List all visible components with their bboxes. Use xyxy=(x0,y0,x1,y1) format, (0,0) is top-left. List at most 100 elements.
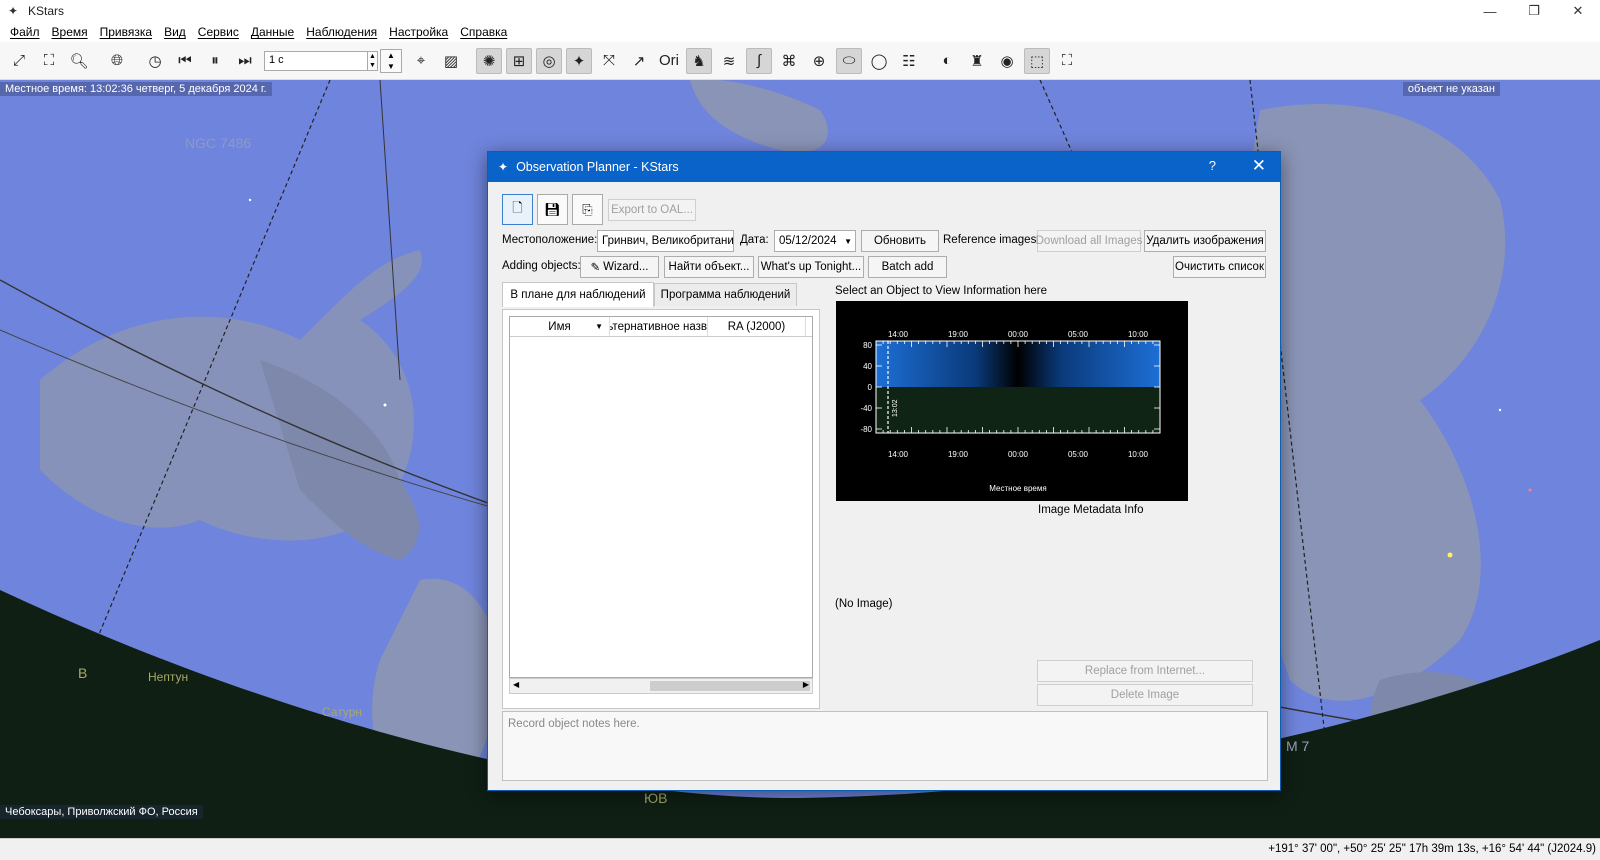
menu-file[interactable]: Файл xyxy=(4,25,46,39)
clear-list-button[interactable]: Очистить список xyxy=(1173,256,1266,278)
column-name[interactable]: Имя ▼ xyxy=(510,317,610,336)
menu-tools[interactable]: Сервис xyxy=(192,25,245,39)
timestep-unit-spin[interactable]: ▲ ▼ xyxy=(380,48,402,73)
app-title: KStars xyxy=(28,4,65,18)
timestep-input[interactable]: 1 с xyxy=(264,50,368,71)
y-tick-label: 80 xyxy=(863,341,872,350)
bottom-tick-label: 19:00 xyxy=(948,450,969,459)
menu-pointing[interactable]: Привязка xyxy=(94,25,158,39)
star xyxy=(383,403,387,407)
observation-planner-dialog: ✦ Observation Planner - KStars ? ✕ 🗋 💾︎ … xyxy=(487,151,1281,791)
menu-view[interactable]: Вид xyxy=(158,25,192,39)
globe-icon[interactable]: 🌐︎ xyxy=(104,48,130,74)
search-icon[interactable]: 🔍︎ xyxy=(66,48,92,74)
maximize-button[interactable]: ❐ xyxy=(1512,0,1556,22)
constellation-lines-toggle-icon[interactable]: ≋ xyxy=(716,48,742,74)
tab-wish-list[interactable]: Программа наблюдений xyxy=(654,283,797,306)
zoom-fit-icon[interactable]: ⛶ xyxy=(36,48,62,74)
minimize-button[interactable]: — xyxy=(1468,0,1512,22)
star xyxy=(1528,488,1532,492)
zoom-in-icon[interactable]: ⤢ xyxy=(6,48,32,74)
sensor-toggle-icon[interactable]: ◉ xyxy=(994,48,1020,74)
milky-way-toggle-icon[interactable]: ⌘ xyxy=(776,48,802,74)
find-object-button[interactable]: Найти объект... xyxy=(664,256,754,278)
solar-system-toggle-icon[interactable]: ◎ xyxy=(536,47,562,74)
horizontal-scrollbar[interactable]: ◀ ▶ xyxy=(509,678,813,694)
current-time-label: 13:02 xyxy=(892,399,899,417)
open-file-icon: 🗋 xyxy=(512,199,523,215)
top-tick-label: 05:00 xyxy=(1068,330,1089,339)
column-ra[interactable]: RA (J2000) xyxy=(708,317,806,336)
clock-icon[interactable]: ◷ xyxy=(142,48,168,74)
date-field[interactable]: 05/12/2024 ▼ xyxy=(774,230,856,252)
whats-up-tonight-button[interactable]: What's up Tonight... xyxy=(758,256,864,278)
equatorial-grid-toggle-icon[interactable]: ⊕ xyxy=(806,48,832,74)
fullscreen-icon[interactable]: ⛶ xyxy=(1054,48,1080,74)
scroll-thumb[interactable] xyxy=(650,681,810,691)
supernova-toggle-icon[interactable]: ✦ xyxy=(566,47,592,74)
statusbar: +191° 37' 00", +50° 25' 25" 17h 39m 13s,… xyxy=(0,838,1600,860)
select-mode-icon[interactable]: ⬚ xyxy=(1024,47,1050,74)
top-tick-label: 19:00 xyxy=(948,330,969,339)
scroll-right-icon[interactable]: ▶ xyxy=(803,680,809,689)
image-icon[interactable]: ▨ xyxy=(438,48,464,74)
dialog-close-button[interactable]: ✕ xyxy=(1252,156,1266,176)
delete-image-button[interactable]: Delete Image xyxy=(1037,684,1253,706)
download-all-images-button[interactable]: Download all Images xyxy=(1036,230,1142,252)
top-tick-label: 14:00 xyxy=(888,330,909,339)
top-tick-label: 00:00 xyxy=(1008,330,1029,339)
menu-time[interactable]: Время xyxy=(46,25,94,39)
constellation-art-toggle-icon[interactable]: ♞ xyxy=(686,47,712,74)
column-alt-name[interactable]: Альтернативное назв xyxy=(610,317,708,336)
y-tick-label: -80 xyxy=(860,425,872,434)
y-tick-label: -40 xyxy=(860,404,872,413)
update-button[interactable]: Обновить xyxy=(861,230,939,252)
main-toolbar: ⤢ ⛶ 🔍︎ 🌐︎ ◷ ⏮ ⏸ ⏭ 1 с ▲ ▼ ▲ ▼ ⌖ ▨ ✺ ⊞ ◎ ✦ … xyxy=(0,42,1600,80)
fov-toggle-icon[interactable]: ◐ xyxy=(934,48,960,74)
menubar: Файл Время Привязка Вид Сервис Данные На… xyxy=(0,22,1600,42)
export-oal-button[interactable]: Export to OAL... xyxy=(608,199,696,221)
telescope-toggle-icon[interactable]: ♜ xyxy=(964,48,990,74)
crosshair-icon[interactable]: ⌖ xyxy=(408,48,434,74)
timestep-spin[interactable]: ▲ ▼ xyxy=(368,50,378,71)
objects-table[interactable]: Имя ▼ Альтернативное назв RA (J2000) xyxy=(509,316,813,678)
delete-images-button[interactable]: Удалить изображения xyxy=(1144,230,1266,252)
save-as-button[interactable]: ⎘ xyxy=(572,194,603,225)
menu-help[interactable]: Справка xyxy=(454,25,513,39)
scroll-left-icon[interactable]: ◀ xyxy=(513,680,519,689)
replace-from-internet-button[interactable]: Replace from Internet... xyxy=(1037,660,1253,682)
batch-add-button[interactable]: Batch add xyxy=(868,256,947,278)
constellation-art-fox xyxy=(690,80,828,153)
constellation-bounds-toggle-icon[interactable]: ∫ xyxy=(746,47,772,74)
tab-session-plan[interactable]: В плане для наблюдений xyxy=(502,282,654,307)
altitude-chart: 14:00 14:00 19:00 19:00 00:00 00:00 05:00 05:00… xyxy=(836,301,1188,501)
kstars-icon: ✦ xyxy=(7,4,19,18)
step-forward-icon[interactable]: ⏭ xyxy=(232,48,258,74)
open-file-button[interactable]: 🗋 xyxy=(502,194,533,225)
adding-objects-label: Adding objects: xyxy=(502,260,581,272)
horizon-toggle-icon[interactable]: ⬭ xyxy=(836,47,862,74)
ground-toggle-icon[interactable]: ◯ xyxy=(866,48,892,74)
step-back-icon[interactable]: ⏮ xyxy=(172,48,198,74)
help-button[interactable]: ? xyxy=(1209,158,1216,173)
location-field[interactable]: Гринвич, Великобритания xyxy=(597,230,734,252)
menu-observation[interactable]: Наблюдения xyxy=(300,25,383,39)
menu-settings[interactable]: Настройка xyxy=(383,25,454,39)
close-button[interactable]: ✕ xyxy=(1556,0,1600,22)
label-saturn: Сатурн xyxy=(322,705,363,719)
satellites-toggle-icon[interactable]: ⤧ xyxy=(596,48,622,74)
hips-toggle-icon[interactable]: ☷ xyxy=(896,48,922,74)
pause-icon[interactable]: ⏸ xyxy=(202,48,228,74)
stars-toggle-icon[interactable]: ✺ xyxy=(476,47,502,74)
local-time-overlay: Местное время: 13:02:36 четверг, 5 декаб… xyxy=(0,82,272,96)
star xyxy=(1447,552,1453,558)
wizard-button[interactable]: ✎ Wizard... xyxy=(580,256,659,278)
notes-textarea[interactable]: Record object notes here. xyxy=(502,711,1268,781)
save-as-icon: ⎘ xyxy=(582,201,593,217)
comet-toggle-icon[interactable]: ↗ xyxy=(626,48,652,74)
save-button[interactable]: 💾︎ xyxy=(537,194,568,225)
asteroid-toggle-icon[interactable]: Ori xyxy=(656,48,682,74)
deep-sky-toggle-icon[interactable]: ⊞ xyxy=(506,47,532,74)
menu-data[interactable]: Данные xyxy=(245,25,300,39)
kstars-icon: ✦ xyxy=(498,160,509,174)
